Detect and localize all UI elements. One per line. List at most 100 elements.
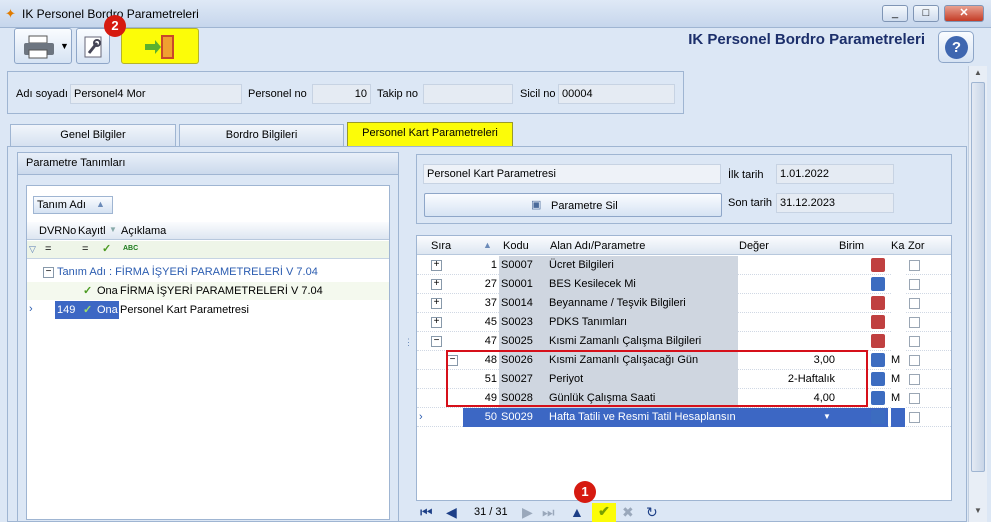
vertical-scrollbar[interactable]: ▲ ▼ bbox=[968, 66, 987, 522]
panel-title: Parametre Tanımları bbox=[18, 153, 398, 175]
zorunlu-checkbox[interactable] bbox=[909, 355, 920, 366]
first-page-icon[interactable]: ⏮ bbox=[420, 503, 433, 521]
tree-row[interactable]: +1 S0007 Ücret Bilgileri bbox=[417, 256, 951, 275]
refresh-icon[interactable]: ↻ bbox=[646, 503, 658, 521]
tree-row[interactable]: +37 S0014 Beyanname / Teşvik Bilgileri bbox=[417, 294, 951, 313]
row-deger[interactable] bbox=[738, 332, 838, 351]
settings-button[interactable] bbox=[76, 28, 110, 64]
collapse-icon[interactable]: − bbox=[431, 336, 442, 347]
tab-personel-kart-parametreleri[interactable]: Personel Kart Parametreleri bbox=[347, 122, 513, 146]
next-page-icon[interactable]: ▶ bbox=[522, 503, 533, 521]
scroll-down-icon[interactable]: ▼ bbox=[974, 506, 982, 515]
filter-abc-icon[interactable]: ABC bbox=[123, 245, 138, 252]
parameter-detail-icon[interactable] bbox=[871, 296, 885, 310]
sicil-no-field[interactable]: 00004 bbox=[558, 84, 675, 104]
maximize-button[interactable]: □ bbox=[913, 5, 939, 22]
row-ka bbox=[891, 408, 905, 427]
col-kayitli[interactable]: Kayıtl bbox=[78, 225, 106, 237]
col-zor[interactable]: Zor bbox=[908, 240, 925, 252]
zorunlu-checkbox[interactable] bbox=[909, 374, 920, 385]
scroll-up-icon[interactable]: ▲ bbox=[974, 68, 982, 77]
help-button[interactable]: ? bbox=[938, 31, 974, 63]
dropdown-icon[interactable]: ▼ bbox=[823, 408, 831, 427]
filter-row[interactable]: ▽ = = ✓ ABC bbox=[27, 241, 389, 259]
col-birim[interactable]: Birim bbox=[839, 240, 864, 252]
filter-icon[interactable]: ▼ bbox=[109, 225, 117, 234]
row-deger[interactable] bbox=[738, 313, 838, 332]
print-button[interactable]: ▼ bbox=[14, 28, 72, 64]
col-sira[interactable]: Sıra bbox=[431, 240, 451, 252]
expand-icon[interactable]: + bbox=[431, 260, 442, 271]
group-row[interactable]: − Tanım Adı : FİRMA İŞYERİ PARAMETRELERİ… bbox=[27, 264, 389, 281]
zorunlu-checkbox[interactable] bbox=[909, 336, 920, 347]
filter-row-icon: ▽ bbox=[29, 244, 36, 254]
zorunlu-checkbox[interactable] bbox=[909, 393, 920, 404]
minimize-button[interactable]: _ bbox=[882, 5, 908, 22]
close-button[interactable]: ✕ bbox=[944, 5, 984, 22]
table-row[interactable]: ✓ Ona FİRMA İŞYERİ PARAMETRELERİ V 7.04 bbox=[27, 282, 389, 300]
zorunlu-checkbox[interactable] bbox=[909, 298, 920, 309]
last-page-icon[interactable]: ⏭ bbox=[542, 503, 555, 521]
tree-row[interactable]: − 47 S0025 Kısmi Zamanlı Çalışma Bilgileri bbox=[417, 332, 951, 351]
expand-icon[interactable]: + bbox=[431, 279, 442, 290]
personel-no-label: Personel no bbox=[248, 88, 307, 100]
filter-eq-dvr[interactable]: = bbox=[45, 243, 51, 255]
filter-eq-kayit[interactable]: = bbox=[82, 243, 88, 255]
row-sira: 50 bbox=[463, 408, 499, 427]
son-tarih-field[interactable]: 31.12.2023 bbox=[776, 193, 894, 213]
row-alan-adi: Hafta Tatili ve Resmi Tatil Hesaplansın bbox=[546, 408, 738, 427]
col-ka[interactable]: Ka bbox=[891, 240, 904, 252]
collapse-icon[interactable]: − bbox=[43, 267, 54, 278]
exit-button[interactable] bbox=[121, 28, 199, 64]
tree-row[interactable]: +45 S0023 PDKS Tanımları bbox=[417, 313, 951, 332]
parameter-name-field[interactable]: Personel Kart Parametresi bbox=[423, 164, 721, 184]
parameter-detail-icon[interactable] bbox=[871, 353, 885, 367]
zorunlu-checkbox[interactable] bbox=[909, 317, 920, 328]
parametre-sil-button[interactable]: ▣ Parametre Sil bbox=[424, 193, 722, 217]
zorunlu-checkbox[interactable] bbox=[909, 279, 920, 290]
parameter-detail-icon[interactable] bbox=[871, 315, 885, 329]
parameter-detail-icon[interactable] bbox=[871, 391, 885, 405]
move-up-icon[interactable]: ▲ bbox=[570, 503, 584, 521]
tree-row[interactable]: +27 S0001 BES Kesilecek Mi bbox=[417, 275, 951, 294]
parameter-detail-icon[interactable] bbox=[871, 258, 885, 272]
parameter-detail-icon[interactable] bbox=[871, 277, 885, 291]
parameter-detail-icon[interactable] bbox=[871, 410, 885, 424]
tab-genel-bilgiler[interactable]: Genel Bilgiler bbox=[10, 124, 176, 146]
group-by-button[interactable]: Tanım Adı ▲ bbox=[33, 196, 113, 214]
cancel-icon[interactable]: ✖ bbox=[622, 503, 634, 521]
row-description: Personel Kart Parametresi bbox=[120, 304, 249, 316]
chevron-down-icon: ▼ bbox=[60, 41, 69, 51]
scroll-thumb[interactable] bbox=[971, 82, 985, 472]
table-row-selected[interactable]: › 149 ✓ Ona Personel Kart Parametresi bbox=[27, 301, 389, 319]
tab-bordro-bilgileri[interactable]: Bordro Bilgileri bbox=[179, 124, 344, 146]
col-dvrno[interactable]: DVRNo bbox=[39, 225, 76, 237]
delete-icon: ▣ bbox=[531, 199, 542, 211]
col-aciklama[interactable]: Açıklama bbox=[121, 225, 166, 237]
ilk-tarih-label: İlk tarih bbox=[728, 169, 764, 181]
row-deger[interactable] bbox=[738, 256, 838, 275]
row-sira: 37 bbox=[484, 297, 497, 309]
takip-no-field[interactable] bbox=[423, 84, 513, 104]
ilk-tarih-field[interactable]: 1.01.2022 bbox=[776, 164, 894, 184]
row-deger[interactable] bbox=[738, 294, 838, 313]
zorunlu-checkbox[interactable] bbox=[909, 260, 920, 271]
checkmark-icon: ✓ bbox=[102, 243, 112, 255]
expand-icon[interactable]: + bbox=[431, 317, 442, 328]
prev-page-icon[interactable]: ◀ bbox=[446, 503, 457, 521]
personel-no-field[interactable]: 10 bbox=[312, 84, 371, 104]
col-deger[interactable]: Değer bbox=[739, 240, 769, 252]
expand-icon[interactable]: + bbox=[431, 298, 442, 309]
group-by-label: Tanım Adı bbox=[37, 199, 86, 211]
confirm-button[interactable]: ✔ bbox=[592, 503, 616, 522]
name-field[interactable]: Personel4 Mor bbox=[70, 84, 242, 104]
approved-icon: ✓ bbox=[83, 304, 93, 316]
col-alan-adi[interactable]: Alan Adı/Parametre bbox=[550, 240, 645, 252]
splitter-handle[interactable]: ⋮ bbox=[404, 338, 413, 347]
row-deger[interactable] bbox=[738, 275, 838, 294]
col-kodu[interactable]: Kodu bbox=[503, 240, 529, 252]
parameter-detail-icon[interactable] bbox=[871, 334, 885, 348]
parameter-detail-icon[interactable] bbox=[871, 372, 885, 386]
zorunlu-checkbox[interactable] bbox=[909, 412, 920, 423]
tree-row-selected[interactable]: › 50 S0029 Hafta Tatili ve Resmi Tatil Hesa… bbox=[417, 408, 951, 427]
